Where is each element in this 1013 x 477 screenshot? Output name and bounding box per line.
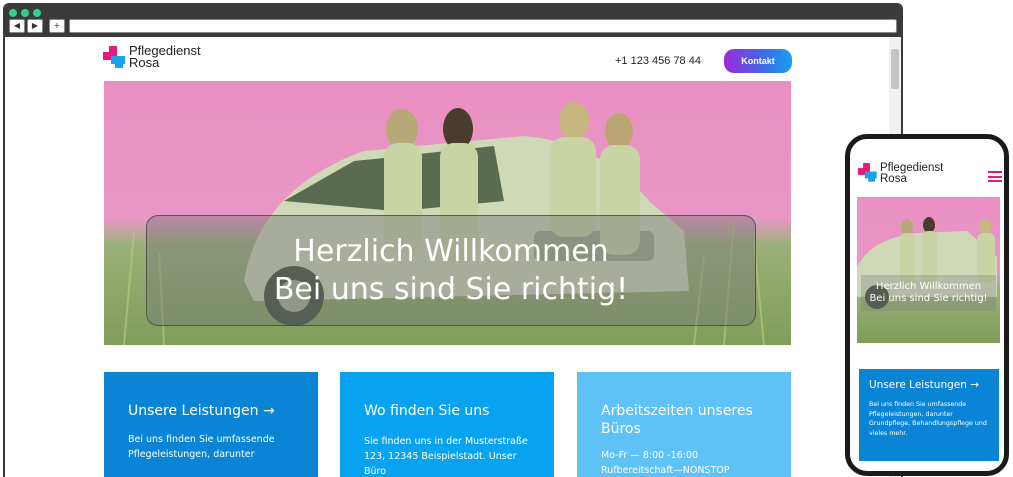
hero-headline: Herzlich Willkommen	[293, 233, 609, 269]
scrollbar-thumb[interactable]	[891, 49, 899, 89]
hamburger-menu-icon[interactable]	[988, 171, 1002, 182]
browser-toolbar: ◀ ▶ +	[5, 19, 901, 35]
cross-logo-icon	[858, 163, 877, 182]
hero-welcome-box: Herzlich Willkommen Bei uns sind Sie ric…	[146, 215, 756, 326]
card-location-title: Wo finden Sie uns	[364, 403, 490, 419]
logo-text: Pflegedienst Rosa	[129, 44, 201, 71]
stage: ◀ ▶ + Pflegedienst Rosa +1 123 456 78 44…	[0, 0, 1013, 477]
mobile-site-logo[interactable]: Pflegedienst Rosa	[858, 162, 943, 185]
mobile-hero-subheadline: Bei uns sind Sie richtig!	[869, 293, 988, 304]
window-maximize-icon[interactable]	[33, 9, 41, 17]
desktop-browser-window: ◀ ▶ + Pflegedienst Rosa +1 123 456 78 44…	[3, 3, 903, 477]
window-minimize-icon[interactable]	[21, 9, 29, 17]
mobile-hero-banner: Herzlich Willkommen Bei uns sind Sie ric…	[857, 197, 1000, 343]
arrow-left-icon[interactable]: ◀	[9, 19, 25, 33]
hero-subheadline: Bei uns sind Sie richtig!	[273, 271, 629, 307]
card-hours-weekdays: Mo-Fr — 8:00 -16:00	[601, 450, 698, 461]
mobile-card-services-title: Unsere Leistungen →	[869, 379, 980, 391]
header-phone-link[interactable]: +1 123 456 78 44	[615, 55, 701, 67]
hero-banner: Herzlich Willkommen Bei uns sind Sie ric…	[104, 81, 791, 345]
mobile-hero-headline: Herzlich Willkommen	[875, 281, 982, 292]
card-hours-oncall: Rufbereitschaft—NONSTOP	[601, 465, 730, 476]
card-location[interactable]: Wo finden Sie uns Sie finden uns in der …	[340, 372, 554, 477]
address-bar[interactable]	[69, 19, 897, 33]
mobile-card-services[interactable]: Unsere Leistungen → Bei uns finden Sie u…	[859, 369, 999, 461]
arrow-right-icon[interactable]: ▶	[27, 19, 43, 33]
card-hours-text: Mo-Fr — 8:00 -16:00 Rufbereitschaft—NONS…	[601, 448, 767, 477]
cross-logo-icon	[103, 46, 125, 69]
mobile-phone-frame: Pflegedienst Rosa Herzlich Willkommen Be…	[845, 134, 1009, 476]
card-hours[interactable]: Arbeitszeiten unseres Büros Mo-Fr — 8:00…	[577, 372, 791, 477]
window-close-icon[interactable]	[9, 9, 17, 17]
card-services-text: Bei uns finden Sie umfassende Pflegeleis…	[128, 434, 275, 460]
logo-line-2: Rosa	[129, 55, 160, 71]
plus-icon[interactable]: +	[49, 19, 65, 33]
mobile-logo-text: Pflegedienst Rosa	[880, 162, 943, 185]
site-logo[interactable]: Pflegedienst Rosa	[103, 44, 201, 71]
mobile-hero-photo	[857, 217, 997, 309]
card-services[interactable]: Unsere Leistungen → Bei uns finden Sie u…	[104, 372, 318, 477]
card-services-title: Unsere Leistungen →	[128, 403, 275, 419]
card-location-text: Sie finden uns in der Musterstraße 123, …	[364, 436, 528, 477]
browser-titlebar: ◀ ▶ +	[5, 5, 901, 37]
contact-button[interactable]: Kontakt	[724, 49, 792, 73]
card-hours-title: Arbeitszeiten unseres Büros	[601, 403, 753, 437]
mobile-logo-line-2: Rosa	[880, 173, 907, 185]
mobile-hero-welcome-box: Herzlich Willkommen Bei uns sind Sie ric…	[861, 275, 996, 311]
mobile-card-services-text: Bei uns finden Sie umfassende Pflegeleis…	[869, 401, 987, 437]
